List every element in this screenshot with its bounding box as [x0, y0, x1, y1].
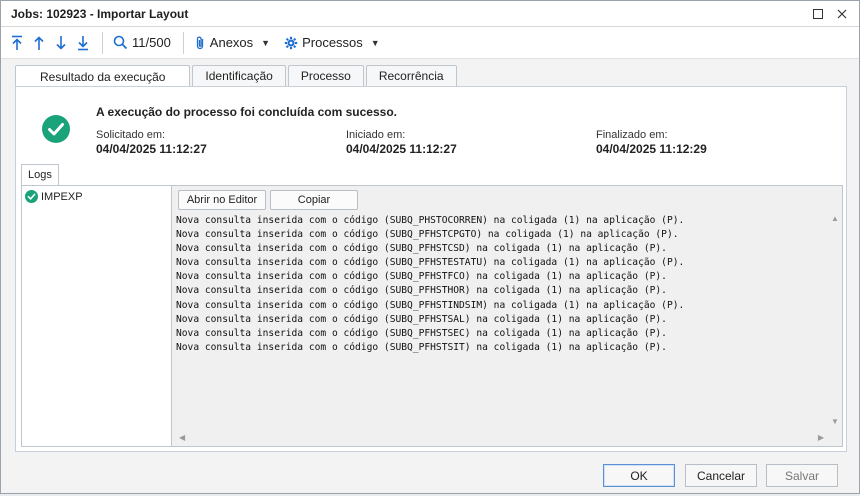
check-circle-icon [25, 190, 38, 203]
requested-label: Solicitado em: [96, 129, 166, 141]
window-title: Jobs: 102923 - Importar Layout [11, 6, 189, 21]
execution-result-panel: A execução do processo foi concluída com… [15, 86, 847, 452]
title-bar: Jobs: 102923 - Importar Layout [1, 1, 859, 27]
tab-process[interactable]: Processo [287, 65, 364, 86]
attachments-dropdown[interactable]: Anexos ▼ [191, 31, 273, 55]
log-text: Nova consulta inserida com o código (SUB… [176, 214, 821, 431]
tab-bar: Resultado da execução Identificação Proc… [15, 65, 459, 87]
dialog-window: Jobs: 102923 - Importar Layout 11/500 An [0, 0, 860, 494]
arrow-to-top-icon [12, 35, 22, 50]
log-source-list: IMPEXP [22, 186, 172, 446]
gear-icon [284, 36, 298, 49]
log-line: Nova consulta inserida com o código (SUB… [176, 215, 685, 226]
tab-logs[interactable]: Logs [21, 164, 59, 185]
arrow-to-bottom-icon [78, 35, 88, 50]
record-counter: 11/500 [132, 35, 171, 50]
caret-down-icon: ▼ [261, 37, 271, 48]
scroll-down-icon[interactable]: ▼ [831, 417, 839, 426]
scroll-up-icon[interactable]: ▲ [831, 214, 839, 223]
list-item-label: IMPEXP [41, 190, 83, 203]
finished-value: 04/04/2025 11:12:29 [596, 142, 707, 156]
success-message: A execução do processo foi concluída com… [96, 105, 397, 119]
arrow-down-icon [56, 35, 66, 50]
log-line: Nova consulta inserida com o código (SUB… [176, 243, 667, 255]
arrow-up-icon [34, 35, 44, 50]
log-line: Nova consulta inserida com o código (SUB… [176, 285, 667, 297]
started-info: Iniciado em: 04/04/2025 11:12:27 [346, 129, 457, 156]
paperclip-icon [196, 36, 203, 49]
scroll-left-icon[interactable]: ◀ [179, 433, 185, 442]
caret-down-icon: ▼ [370, 37, 380, 48]
vertical-scrollbar[interactable]: ▲ ▼ [828, 212, 841, 428]
first-record-button[interactable] [7, 31, 27, 55]
attachments-label: Anexos [209, 35, 254, 50]
previous-record-button[interactable] [29, 31, 49, 55]
horizontal-scrollbar[interactable]: ◀ ▶ [173, 431, 828, 444]
started-label: Iniciado em: [346, 129, 406, 141]
log-line: Nova consulta inserida com o código (SUB… [176, 299, 685, 311]
log-line: Nova consulta inserida com o código (SUB… [176, 271, 667, 283]
save-button[interactable]: Salvar [766, 464, 838, 487]
log-line: Nova consulta inserida com o código (SUB… [176, 229, 679, 241]
maximize-icon[interactable] [809, 5, 827, 23]
requested-info: Solicitado em: 04/04/2025 11:12:27 [96, 129, 207, 156]
tab-execution-result[interactable]: Resultado da execução [15, 65, 191, 87]
started-value: 04/04/2025 11:12:27 [346, 142, 457, 156]
toolbar-separator [102, 31, 103, 54]
ok-button[interactable]: OK [603, 464, 675, 487]
toolbar-separator [182, 31, 184, 54]
close-icon[interactable] [833, 5, 851, 23]
log-line: Nova consulta inserida com o código (SUB… [176, 327, 667, 339]
toolbar: 11/500 Anexos ▼ Processos ▼ [1, 27, 859, 59]
search-icon [113, 35, 128, 50]
search-record-button[interactable]: 11/500 [110, 31, 174, 55]
tab-recurrence[interactable]: Recorrência [365, 65, 457, 86]
cancel-button[interactable]: Cancelar [685, 464, 757, 487]
tab-identification[interactable]: Identificação [192, 65, 286, 86]
log-line: Nova consulta inserida com o código (SUB… [176, 341, 667, 353]
requested-value: 04/04/2025 11:12:27 [96, 142, 207, 156]
log-line: Nova consulta inserida com o código (SUB… [176, 257, 685, 269]
finished-info: Finalizado em: 04/04/2025 11:12:29 [596, 129, 707, 156]
finished-label: Finalizado em: [596, 129, 668, 141]
log-line: Nova consulta inserida com o código (SUB… [176, 313, 667, 325]
copy-button[interactable]: Copiar [270, 190, 358, 210]
success-check-icon [42, 115, 70, 143]
log-content-area: Abrir no Editor Copiar Nova consulta ins… [173, 186, 842, 446]
processes-label: Processos [302, 35, 363, 50]
next-record-button[interactable] [51, 31, 71, 55]
processes-dropdown[interactable]: Processos ▼ [281, 31, 383, 55]
open-editor-button[interactable]: Abrir no Editor [178, 190, 266, 210]
scroll-right-icon[interactable]: ▶ [818, 433, 824, 442]
last-record-button[interactable] [73, 31, 93, 55]
logs-area: IMPEXP Abrir no Editor Copiar Nova consu… [21, 185, 843, 447]
list-item[interactable]: IMPEXP [22, 186, 171, 207]
